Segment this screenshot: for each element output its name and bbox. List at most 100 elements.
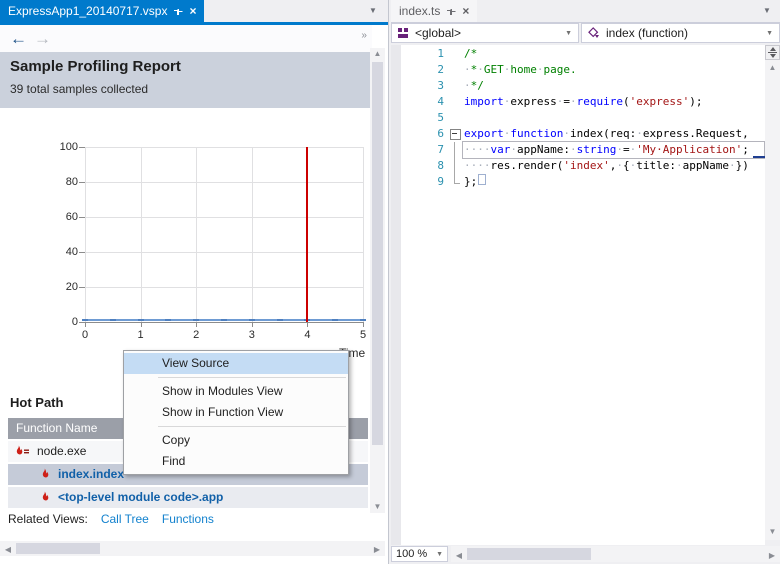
scroll-right-icon[interactable]: ▶ (371, 544, 383, 556)
y-axis-tick-label: 60 (65, 211, 78, 223)
scroll-right-icon[interactable]: ▶ (766, 550, 778, 562)
hot-path-row[interactable]: <top-level module code>.app (8, 487, 368, 508)
menu-item[interactable]: Show in Function View (124, 402, 348, 423)
menu-item[interactable]: Find (124, 451, 348, 472)
scrollbar-thumb[interactable] (372, 62, 383, 445)
scroll-up-icon[interactable]: ▲ (765, 62, 780, 74)
scrollbar-thumb[interactable] (467, 548, 591, 560)
code-editor[interactable]: 1 /* 2 ·*·GET·home·page. 3 ·*/ 4 import·express… (391, 45, 765, 545)
code-line[interactable]: 7 ····var·appName:·string·=·'My·Applicati… (391, 142, 765, 158)
data-point-dash (165, 319, 172, 321)
gridline (85, 147, 86, 322)
data-point-dash (248, 319, 255, 321)
code-line[interactable]: 2 ·*·GET·home·page. (391, 62, 765, 78)
code-text: import·express·=·require('express'); (464, 95, 703, 108)
data-point-dash (109, 319, 116, 321)
scroll-left-icon[interactable]: ◀ (2, 544, 14, 556)
toolbar-overflow-icon[interactable]: ›› (361, 30, 367, 41)
scroll-up-icon[interactable]: ▲ (370, 48, 385, 60)
x-axis-tick-label: 1 (137, 329, 144, 341)
fold-guide (449, 94, 461, 110)
tab-index-ts[interactable]: index.ts × (391, 0, 478, 22)
related-view-link[interactable]: Functions (162, 512, 214, 526)
fold-guide (449, 142, 461, 158)
y-axis-tick-label: 20 (65, 281, 78, 293)
chevron-down-icon[interactable]: ▼ (565, 30, 572, 37)
menu-item[interactable]: View Source (124, 353, 348, 374)
spike-marker-line (306, 147, 309, 322)
member-dropdown[interactable]: index (function) ▼ (581, 23, 780, 43)
collapse-region-icon[interactable] (449, 126, 461, 142)
close-icon[interactable]: × (462, 5, 469, 17)
menu-item[interactable]: Copy (124, 430, 348, 451)
code-line[interactable]: 3 ·*/ (391, 78, 765, 94)
editor-vertical-scrollbar[interactable]: ▲ ▼ (765, 60, 780, 540)
pin-icon[interactable] (173, 6, 184, 16)
code-text: ·*·GET·home·page. (464, 63, 577, 76)
y-axis-tick-label: 0 (71, 316, 78, 328)
function-icon (588, 27, 600, 39)
gridline (85, 252, 363, 253)
x-axis-tick-label: 4 (304, 329, 311, 341)
global-scope-icon (398, 27, 409, 39)
x-axis-tick-label: 5 (359, 329, 367, 341)
hot-path-function-name[interactable]: node.exe (37, 441, 86, 462)
report-toolbar: ← → ›› (0, 25, 372, 52)
scope-dropdown[interactable]: <global> ▼ (391, 23, 579, 43)
code-text: ·*/ (464, 79, 484, 92)
scrollbar-thumb[interactable] (16, 543, 100, 554)
fold-guide (449, 158, 461, 174)
code-line[interactable]: 6 export·function·index(req:·express.Requ… (391, 126, 765, 142)
related-view-link[interactable]: Call Tree (101, 512, 149, 526)
chevron-down-icon[interactable]: ▼ (436, 551, 443, 558)
scroll-down-icon[interactable]: ▼ (370, 501, 385, 513)
menu-separator (158, 426, 346, 427)
eof-marker-icon (478, 174, 487, 185)
pin-icon[interactable] (446, 6, 457, 16)
editor-split-handle-icon[interactable] (765, 45, 780, 60)
gridline (85, 147, 363, 148)
tab-group-dropdown-icon[interactable]: ▼ (763, 6, 771, 15)
hot-path-function-name[interactable]: index.index (58, 464, 124, 485)
fold-guide (449, 78, 461, 94)
code-line[interactable]: 1 /* (391, 46, 765, 62)
line-number: 8 (437, 159, 444, 172)
flame-icon (42, 468, 49, 478)
back-icon[interactable]: ← (10, 25, 27, 52)
menu-item[interactable]: Show in Modules View (124, 381, 348, 402)
line-number: 2 (437, 63, 444, 76)
code-line[interactable]: 4 import·express·=·require('express'); (391, 94, 765, 110)
line-number: 4 (437, 95, 444, 108)
code-line[interactable]: 9}; (391, 174, 765, 190)
hot-path-title: Hot Path (10, 395, 64, 410)
scroll-down-icon[interactable]: ▼ (765, 526, 780, 538)
line-number: 7 (437, 143, 444, 156)
editor-horizontal-scrollbar[interactable]: ◀ ▶ (451, 546, 780, 562)
zoom-level-dropdown[interactable]: 100 % ▼ (391, 546, 448, 562)
left-horizontal-scrollbar[interactable]: ◀ ▶ (0, 541, 385, 556)
gridline (196, 147, 198, 322)
tab-group-dropdown-icon[interactable]: ▼ (369, 6, 377, 15)
tab-profiling-report[interactable]: ExpressApp1_20140717.vspx × (0, 0, 205, 22)
gridline (140, 147, 142, 322)
left-tab-bar: ExpressApp1_20140717.vspx × ▼ (0, 0, 388, 22)
scope-dropdown-value: <global> (415, 26, 462, 40)
line-number: 5 (437, 111, 444, 124)
line-number: 3 (437, 79, 444, 92)
code-editor-pane: index.ts × ▼ <global> ▼ index (function)… (391, 0, 780, 564)
data-point-dash (221, 319, 227, 321)
report-header-band: Sample Profiling Report 39 total samples… (0, 52, 370, 108)
member-dropdown-value: index (function) (606, 26, 689, 40)
close-icon[interactable]: × (189, 5, 196, 17)
gridline (85, 287, 363, 288)
hot-path-function-name[interactable]: <top-level module code>.app (58, 487, 223, 508)
scroll-left-icon[interactable]: ◀ (453, 550, 465, 562)
left-vertical-scrollbar[interactable]: ▲ ▼ (370, 48, 385, 513)
x-axis-tick-label: 3 (248, 329, 255, 341)
chevron-down-icon[interactable]: ▼ (766, 30, 773, 37)
x-axis-line (85, 322, 364, 323)
gridline (307, 147, 309, 322)
data-point-dash (82, 319, 88, 321)
code-line[interactable]: 8 ····res.render('index',·{·title:·appNam… (391, 158, 765, 174)
code-line[interactable]: 5 (391, 110, 765, 126)
